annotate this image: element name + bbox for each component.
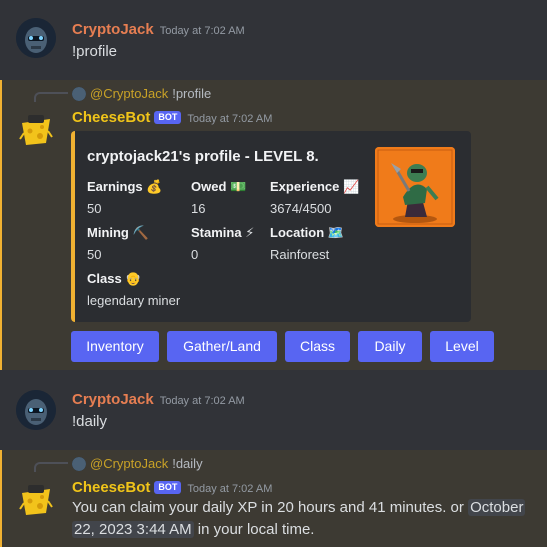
- reply-preview[interactable]: @CryptoJack !daily: [72, 456, 203, 472]
- field-value: Rainforest: [270, 247, 330, 262]
- map-icon: 🗺️: [327, 225, 344, 240]
- gather-land-button[interactable]: Gather/Land: [167, 331, 277, 362]
- field-name: Earnings: [87, 179, 143, 194]
- message-daily-command: CryptoJack Today at 7:02 AM !daily: [0, 370, 547, 450]
- avatar[interactable]: [16, 390, 56, 430]
- reply-preview[interactable]: @CryptoJack !profile: [72, 86, 211, 102]
- message-text: !profile: [72, 43, 118, 60]
- timestamp: Today at 7:02 AM: [159, 25, 245, 37]
- field-value: legendary miner: [87, 293, 181, 308]
- reply-author: @CryptoJack: [90, 86, 169, 101]
- timestamp: Today at 7:02 AM: [187, 113, 273, 125]
- daily-button[interactable]: Daily: [358, 331, 422, 362]
- message-text: You can claim your daily XP in 20 hours …: [72, 499, 526, 538]
- field-mining: Mining ⛏️ 50: [87, 224, 149, 263]
- message-text: !daily: [72, 413, 108, 430]
- bot-avatar[interactable]: [16, 109, 56, 149]
- field-value: 50: [87, 247, 102, 262]
- character-thumbnail[interactable]: [375, 147, 455, 227]
- avatar[interactable]: [16, 18, 56, 58]
- money-bag-icon: 💰: [146, 179, 163, 194]
- reply-text: !daily: [172, 456, 203, 471]
- message-profile-command: CryptoJack Today at 7:02 AM !profile: [0, 0, 547, 80]
- embed-title: cryptojack21's profile - LEVEL 8.: [87, 148, 319, 165]
- message-daily-response: @CryptoJack !daily CheeseBot BOT Today at …: [0, 450, 547, 547]
- field-value: 3674/4500: [270, 201, 332, 216]
- embed-accent-bar: [71, 131, 75, 322]
- class-button[interactable]: Class: [285, 331, 350, 362]
- field-earnings: Earnings 💰 50: [87, 178, 162, 217]
- reply-spine: [34, 92, 68, 102]
- author-name[interactable]: CheeseBot BOT Today at 7:02 AM: [72, 479, 272, 498]
- reply-text: !profile: [172, 86, 212, 101]
- field-experience: Experience 📈 3674/4500: [270, 178, 359, 217]
- field-value: 0: [191, 247, 199, 262]
- reply-author: @CryptoJack: [90, 456, 169, 471]
- profile-embed: cryptojack21's profile - LEVEL 8. Earnin…: [71, 131, 471, 322]
- field-name: Class: [87, 271, 122, 286]
- author-name[interactable]: CheeseBot BOT Today at 7:02 AM: [72, 109, 272, 128]
- chart-up-icon: 📈: [343, 179, 360, 194]
- field-class: Class 👴 legendary miner: [87, 270, 180, 309]
- author-name[interactable]: CryptoJack Today at 7:02 AM: [72, 21, 245, 40]
- lightning-icon: ⚡: [245, 225, 255, 240]
- field-name: Experience: [270, 179, 340, 194]
- bot-avatar[interactable]: [16, 479, 56, 519]
- bot-badge: BOT: [154, 481, 182, 494]
- field-name: Location: [270, 225, 325, 240]
- field-location: Location 🗺️ Rainforest: [270, 224, 344, 263]
- timestamp: Today at 7:02 AM: [187, 483, 273, 495]
- field-name: Owed: [191, 179, 227, 194]
- dollar-icon: 💵: [230, 179, 247, 194]
- pickaxe-icon: ⛏️: [132, 225, 149, 240]
- author-name[interactable]: CryptoJack Today at 7:02 AM: [72, 391, 245, 410]
- bot-badge: BOT: [154, 111, 182, 124]
- inventory-button[interactable]: Inventory: [71, 331, 159, 362]
- field-name: Stamina: [191, 225, 242, 240]
- field-owed: Owed 💵 16: [191, 178, 246, 217]
- timestamp: Today at 7:02 AM: [159, 395, 245, 407]
- old-man-icon: 👴: [125, 271, 142, 286]
- field-stamina: Stamina ⚡ 0: [191, 224, 254, 263]
- avatar: [72, 87, 86, 101]
- field-value: 50: [87, 201, 102, 216]
- reply-spine: [34, 462, 68, 472]
- field-name: Mining: [87, 225, 129, 240]
- timestamp-chip[interactable]: 22, 2023 3:44 AM: [72, 521, 194, 538]
- field-value: 16: [191, 201, 206, 216]
- level-button[interactable]: Level: [430, 331, 494, 362]
- avatar: [72, 457, 86, 471]
- timestamp-chip[interactable]: October: [468, 499, 526, 516]
